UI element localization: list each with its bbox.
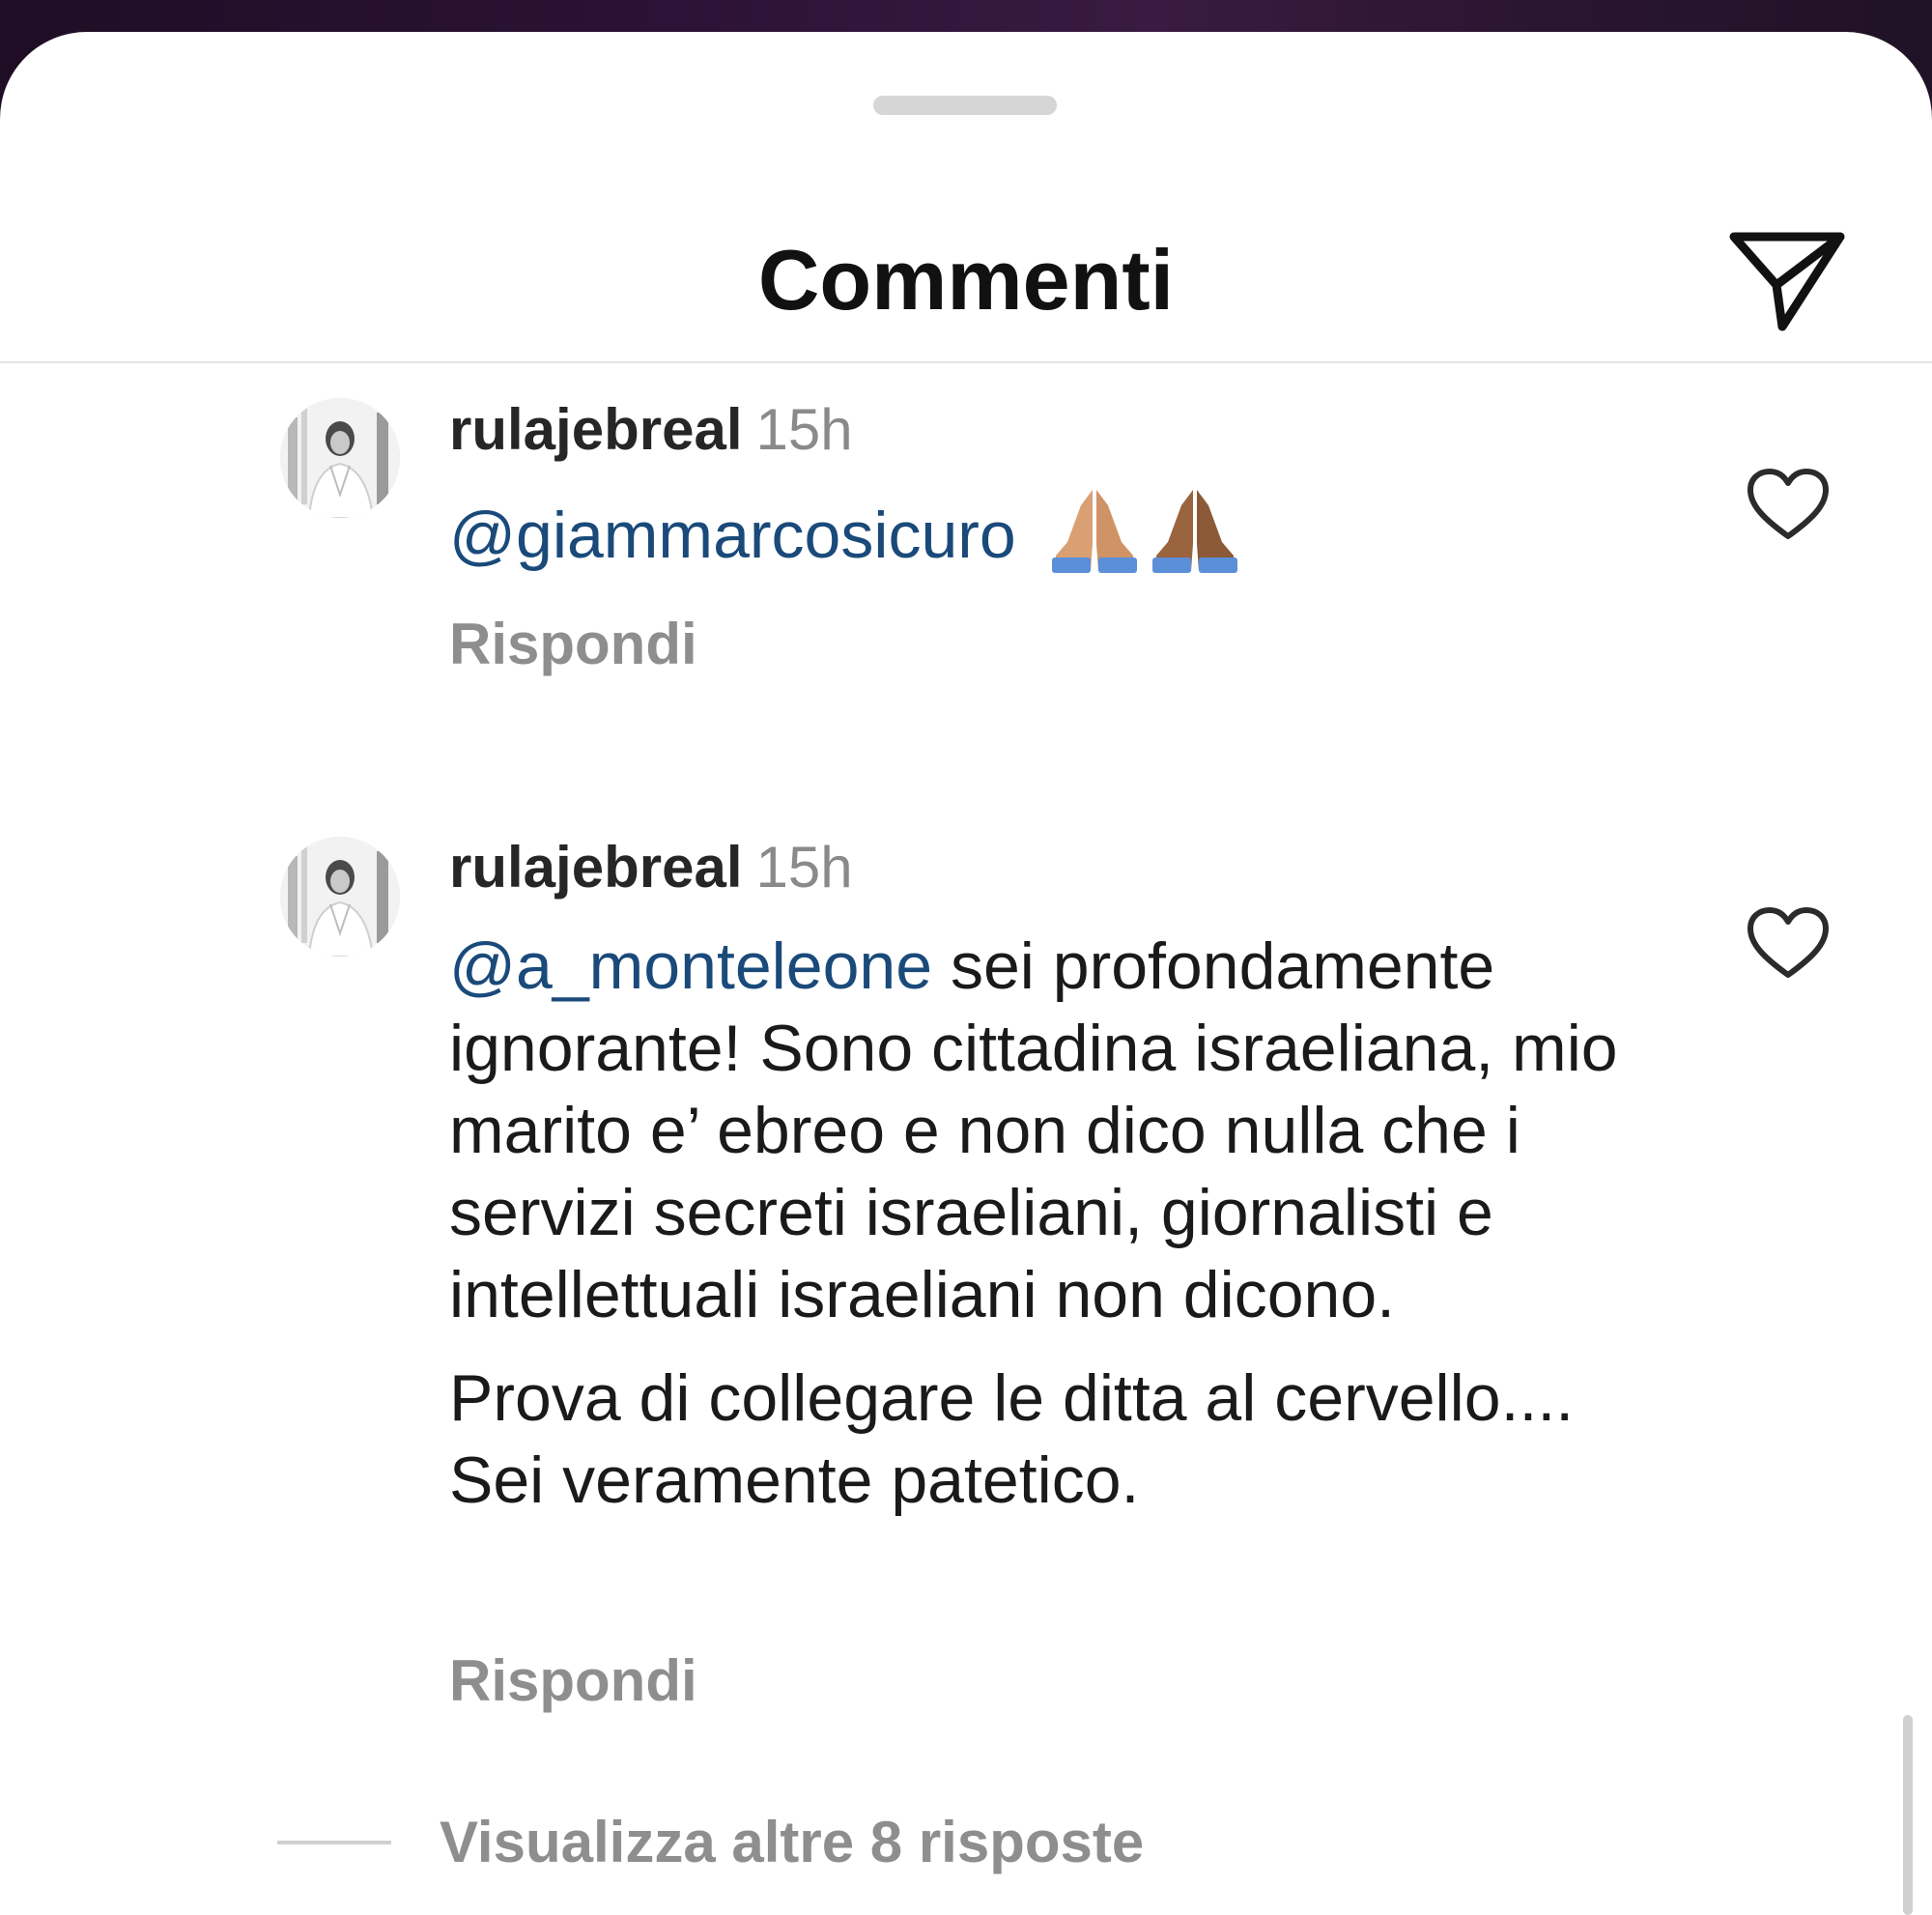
comment-mention[interactable]: @giammarcosicuro [449,499,1016,572]
like-button[interactable] [1745,467,1832,544]
folded-hands-icon [1048,486,1141,594]
header-divider [0,361,1932,363]
avatar[interactable] [280,837,400,957]
comment-time: 15h [755,397,853,462]
replies-divider [277,1841,391,1844]
reply-button[interactable]: Rispondi [449,611,697,677]
heart-outline-icon [1747,469,1829,539]
comment-username[interactable]: rulajebreal [449,835,743,900]
heart-outline-icon [1747,907,1829,978]
avatar-image [280,837,400,957]
like-button[interactable] [1745,905,1832,983]
comment-text: @a_monteleone sei profondamente ignorant… [449,926,1657,1522]
page-title: Commenti [757,232,1175,328]
reply-button[interactable]: Rispondi [449,1647,697,1714]
comment-body-text-2: Prova di collegare le ditta al cervello.… [449,1361,1575,1517]
share-button[interactable] [1724,225,1850,341]
folded-hands-icon [1149,486,1241,594]
comment-text: @giammarcosicuro [449,486,1657,594]
comment-header: rulajebreal 15h [449,834,853,901]
paper-plane-icon [1729,232,1845,331]
comment-username[interactable]: rulajebreal [449,397,743,462]
scrollbar[interactable] [1903,1715,1913,1915]
avatar-image [280,398,400,518]
comment-header: rulajebreal 15h [449,396,853,464]
comment-time: 15h [755,835,853,900]
view-more-replies-button[interactable]: Visualizza altre 8 risposte [440,1809,1144,1875]
avatar[interactable] [280,398,400,518]
comment-mention[interactable]: @a_monteleone [449,929,932,1003]
sheet-grabber[interactable] [873,96,1057,115]
